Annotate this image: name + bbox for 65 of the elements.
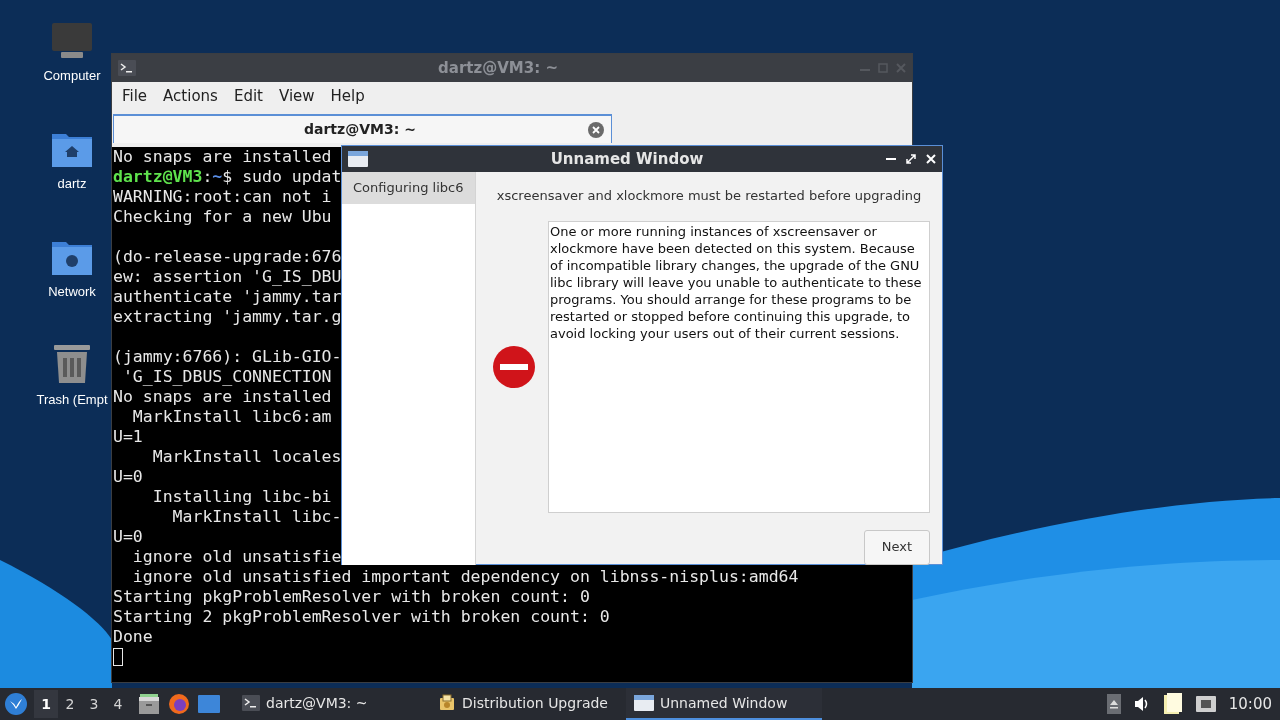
notes-icon[interactable] xyxy=(1162,693,1183,715)
terminal-line: Starting pkgProblemResolver with broken count: 0 xyxy=(113,587,590,607)
terminal-line: Checking for a new Ubu xyxy=(113,207,332,227)
step-item[interactable]: Configuring libc6 xyxy=(342,172,475,204)
start-menu-icon[interactable] xyxy=(4,692,28,716)
eject-icon[interactable] xyxy=(1106,694,1121,714)
terminal-line: No snaps are installed xyxy=(113,387,332,407)
workspace-switch[interactable]: 2 xyxy=(58,690,82,718)
window-icon xyxy=(634,695,654,711)
close-tab-icon[interactable] xyxy=(587,120,605,139)
terminal-line: WARNING:root:can not i xyxy=(113,187,332,207)
message-text: One or more running instances of xscreensaver or xlockmore have been detected on this system. Because of incompatible library changes, the upgrade of the GNU libc library will leave you unable to authenticate to these programs. You should arrange for these programs to be restarted or stopped before continuing this upgrade, to avoid locking your users out of their current sessions. xyxy=(548,220,930,513)
desktop-icon-label[interactable]: Computer xyxy=(43,66,101,86)
desktop-icon-label[interactable]: dartz xyxy=(57,174,87,194)
window-title: dartz@VM3: ~ xyxy=(437,57,559,79)
file-cabinet-icon[interactable] xyxy=(138,694,160,714)
window-title: Unnamed Window xyxy=(549,148,705,170)
terminal-line: MarkInstall locales xyxy=(151,447,342,467)
terminal-line: U=1 xyxy=(113,427,143,447)
terminal-line: Done xyxy=(113,627,153,647)
network-wired-icon[interactable] xyxy=(1194,695,1217,713)
dialog-heading: xscreensaver and xlockmore must be restarted before upgrading xyxy=(495,187,923,205)
terminal-line: ew: assertion 'G_IS_DBU xyxy=(113,267,342,287)
terminal-line: (jammy:6766): GLib-GIO- xyxy=(113,347,342,367)
menu-item[interactable]: Actions xyxy=(157,85,224,108)
terminal-line: No snaps are installed xyxy=(113,147,332,167)
menu-item[interactable]: Help xyxy=(324,85,371,108)
taskbar-task[interactable]: dartz@VM3: ~ xyxy=(234,688,430,720)
terminal-line: authenticate 'jammy.tar xyxy=(113,287,342,307)
next-button[interactable]: Next xyxy=(863,529,930,565)
browser-icon[interactable] xyxy=(168,693,190,715)
terminal-line: 'G_IS_DBUS_CONNECTION xyxy=(121,367,332,387)
terminal-line: Installing libc-bi xyxy=(151,487,332,507)
terminal-command: $ sudo updat xyxy=(222,167,342,187)
error-icon xyxy=(492,344,536,389)
menu-item[interactable]: View xyxy=(272,85,321,108)
taskbar-task[interactable]: Distribution Upgrade xyxy=(430,688,626,720)
terminal-line: Starting 2 pkgProblemResolver with broken count: 0 xyxy=(113,607,610,627)
workspace-switch[interactable]: 3 xyxy=(82,690,106,718)
terminal-icon xyxy=(242,695,260,711)
terminal-line: (do-release-upgrade:676 xyxy=(113,247,342,267)
package-icon xyxy=(438,694,456,712)
terminal-tab[interactable]: dartz@VM3: ~ xyxy=(113,114,612,143)
menu-item[interactable]: Edit xyxy=(227,85,269,108)
terminal-line: extracting 'jammy.tar.g xyxy=(113,307,342,327)
terminal-line: U=0 xyxy=(113,467,143,487)
terminal-line: MarkInstall libc6:am xyxy=(131,407,332,427)
clock: 10:00 xyxy=(1228,693,1272,715)
terminal-line: MarkInstall libc- xyxy=(171,507,342,527)
prompt-user: dartz@VM3 xyxy=(113,167,203,187)
desktop-icon-label[interactable]: Trash (Empt xyxy=(36,390,108,410)
terminal-line: ignore old unsatisfie xyxy=(131,547,342,567)
menu-item[interactable]: File xyxy=(116,85,154,108)
trash-icon xyxy=(53,342,91,384)
workspace-switch[interactable]: 4 xyxy=(106,690,130,718)
monitor-icon xyxy=(51,22,93,60)
terminal-icon xyxy=(118,60,136,76)
prompt-path: ~ xyxy=(212,167,223,187)
desktop-icon-label[interactable]: Network xyxy=(48,282,96,302)
workspace-switch[interactable]: 1 xyxy=(34,690,58,718)
terminal-line: ignore old unsatisfied important dependency on libnss-nisplus:amd64 xyxy=(131,567,799,587)
taskbar-task[interactable]: Unnamed Window xyxy=(626,688,822,720)
window-icon xyxy=(348,151,368,167)
prompt-separator: : xyxy=(202,167,213,187)
terminal-line: U=0 xyxy=(113,527,143,547)
